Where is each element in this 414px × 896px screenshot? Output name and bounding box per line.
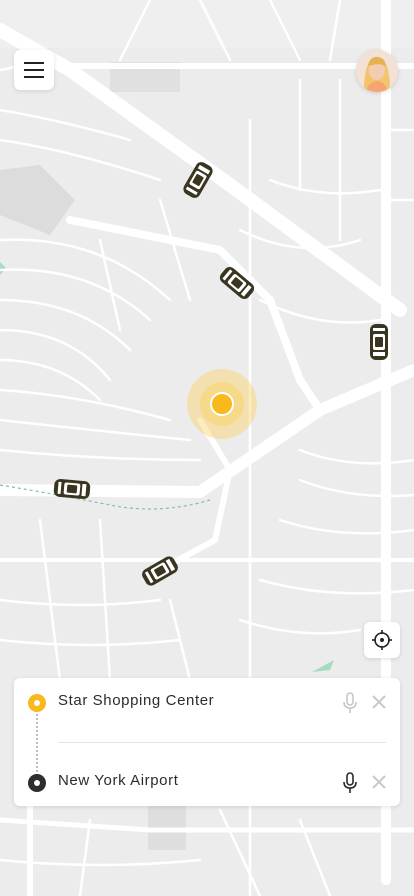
avatar-portrait	[356, 50, 398, 92]
pickup-location-text[interactable]: Star Shopping Center	[58, 692, 214, 709]
crosshair-icon	[372, 630, 392, 650]
route-card: Star Shopping Center New York Airport	[14, 678, 400, 806]
dropoff-dot-icon	[28, 774, 46, 792]
close-icon[interactable]	[370, 693, 388, 711]
menu-button[interactable]	[14, 50, 54, 90]
close-icon[interactable]	[370, 773, 388, 791]
pickup-dot-icon	[28, 694, 46, 712]
dropoff-location-text[interactable]: New York Airport	[58, 772, 179, 789]
locate-me-button[interactable]	[364, 622, 400, 658]
microphone-icon[interactable]	[340, 692, 360, 714]
route-separator	[58, 742, 386, 743]
user-avatar[interactable]	[356, 50, 398, 92]
taxi-car-icon	[53, 478, 91, 500]
taxi-car-icon	[370, 324, 388, 360]
current-location-marker	[187, 369, 257, 439]
dropoff-row[interactable]: New York Airport	[14, 762, 400, 802]
microphone-icon[interactable]	[340, 772, 360, 794]
pickup-row[interactable]: Star Shopping Center	[14, 682, 400, 722]
hamburger-menu-icon	[24, 62, 44, 78]
